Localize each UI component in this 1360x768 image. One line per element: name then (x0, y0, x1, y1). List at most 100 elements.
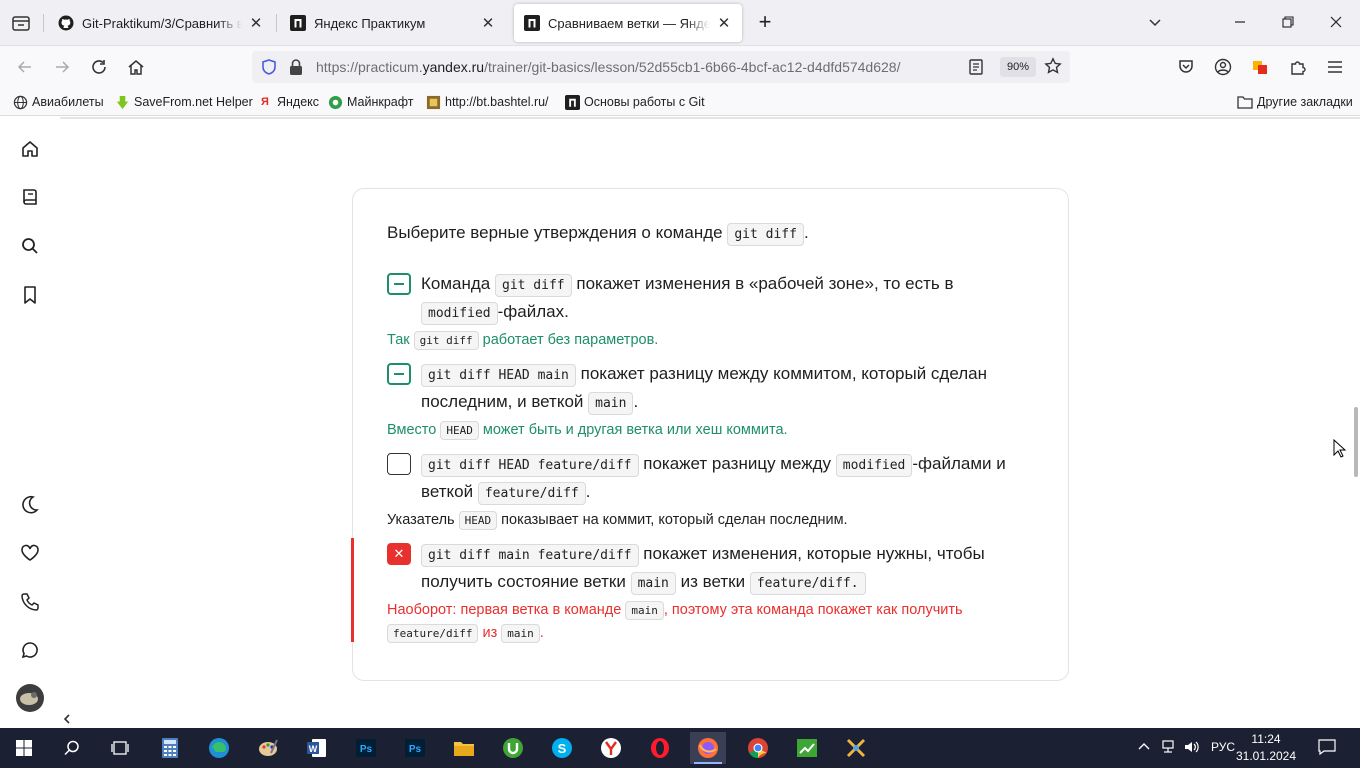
scroll-left-chevron-icon[interactable] (62, 714, 72, 724)
volume-icon[interactable] (1184, 740, 1200, 757)
book-icon[interactable] (18, 185, 42, 209)
mouse-cursor-icon (1333, 438, 1347, 464)
option-1-checkbox[interactable] (387, 273, 411, 295)
bookmark-aviabilety[interactable]: Авиабилеты (12, 93, 104, 111)
code-snippet: git diff main feature/diff (421, 544, 639, 567)
back-arrow-icon[interactable] (13, 55, 37, 79)
option-1-text[interactable]: Команда git diff покажет изменения в «ра… (421, 271, 1041, 327)
photoshop-app-icon[interactable]: Ps (348, 732, 384, 764)
close-tab-icon[interactable]: ✕ (716, 14, 732, 32)
tab-yandex-practicum[interactable]: Яндекс Практикум ✕ (280, 4, 506, 42)
search-icon[interactable] (18, 234, 42, 258)
extensions-puzzle-icon[interactable] (1286, 55, 1310, 79)
code-snippet: feature/diff. (749, 572, 866, 595)
new-tab-button[interactable]: + (753, 9, 777, 34)
option-1-feedback: Так git diff работает без параметров. (387, 331, 659, 350)
home-icon[interactable] (124, 55, 148, 79)
close-tab-icon[interactable]: ✕ (248, 14, 264, 32)
option-3-checkbox[interactable] (387, 453, 411, 475)
lock-icon[interactable] (288, 58, 304, 81)
word-app-icon[interactable]: W (299, 732, 335, 764)
tab-list-icon[interactable] (10, 12, 32, 34)
phone-icon[interactable] (18, 590, 42, 614)
moon-icon[interactable] (18, 493, 42, 517)
skype-app-icon[interactable]: S (544, 732, 580, 764)
url-text[interactable]: https://practicum.yandex.ru/trainer/git-… (316, 59, 900, 75)
network-icon[interactable] (1160, 740, 1176, 757)
horizontal-scrollbar[interactable] (60, 710, 1360, 728)
other-bookmarks[interactable]: Другие закладки (1237, 93, 1353, 111)
bookmark-savefrom[interactable]: SaveFrom.net Helper (114, 93, 253, 111)
file-explorer-icon[interactable] (446, 732, 482, 764)
menu-hamburger-icon[interactable] (1323, 55, 1347, 79)
code-snippet: git diff (727, 223, 804, 246)
app-tools-icon[interactable] (838, 732, 874, 764)
vertical-scrollbar[interactable] (1354, 407, 1358, 477)
close-window-icon[interactable] (1324, 10, 1348, 34)
yandex-icon: Я (261, 96, 269, 108)
bookmark-minecraft[interactable]: Майнкрафт (327, 93, 414, 111)
home-icon[interactable] (18, 137, 42, 161)
bookmark-icon[interactable] (18, 283, 42, 307)
extension-colored-icon[interactable] (1248, 55, 1272, 79)
reload-icon[interactable] (87, 55, 111, 79)
app-chart-icon[interactable] (789, 732, 825, 764)
svg-text:S: S (558, 741, 567, 756)
code-snippet: git diff (495, 274, 572, 297)
option-2-checkbox[interactable] (387, 363, 411, 385)
clock[interactable]: 11:24 31.01.2024 (1230, 731, 1302, 765)
practicum-icon (524, 15, 540, 31)
notifications-icon[interactable] (1318, 739, 1336, 758)
code-snippet: main (501, 624, 540, 643)
option-4-text[interactable]: git diff main feature/diff покажет измен… (421, 541, 1041, 597)
code-snippet: feature/diff (387, 624, 479, 643)
code-snippet: git diff HEAD main (421, 364, 576, 387)
start-windows-icon[interactable] (6, 732, 42, 764)
chrome-browser-icon[interactable] (740, 732, 776, 764)
option-4-feedback: Наоборот: первая ветка в команде main, п… (387, 601, 963, 620)
avatar[interactable] (16, 684, 44, 712)
taskbar-search-icon[interactable] (54, 732, 90, 764)
chat-icon[interactable] (18, 638, 42, 662)
clock-time: 11:24 (1251, 732, 1281, 746)
minimize-icon[interactable] (1228, 10, 1252, 34)
option-3-text[interactable]: git diff HEAD feature/diff покажет разни… (421, 451, 1041, 507)
utorrent-app-icon[interactable] (495, 732, 531, 764)
edge-browser-icon[interactable] (201, 732, 237, 764)
address-bar[interactable]: https://practicum.yandex.ru/trainer/git-… (252, 51, 1070, 83)
svg-text:Ps: Ps (360, 744, 373, 755)
folder-icon (1237, 94, 1253, 110)
bookmark-star-icon[interactable] (1044, 57, 1062, 80)
tab-compare-branches[interactable]: Сравниваем ветки — Яндекс Практикум ✕ (514, 4, 742, 42)
heart-icon[interactable] (18, 541, 42, 565)
code-snippet: feature/diff (477, 482, 586, 505)
option-4-checkbox-wrong[interactable]: ✕ (387, 543, 411, 565)
bashtel-icon (425, 94, 441, 110)
zoom-level-badge[interactable]: 90% (1000, 57, 1036, 77)
paint-app-icon[interactable] (250, 732, 286, 764)
close-tab-icon[interactable]: ✕ (480, 14, 496, 32)
firefox-browser-icon[interactable] (690, 732, 726, 764)
option-2-text[interactable]: git diff HEAD main покажет разницу между… (421, 361, 1041, 417)
savefrom-arrow-icon (114, 94, 130, 110)
forward-arrow-icon[interactable] (50, 55, 74, 79)
calculator-app-icon[interactable] (152, 732, 188, 764)
opera-browser-icon[interactable] (642, 732, 678, 764)
restore-icon[interactable] (1276, 10, 1300, 34)
tray-chevron-up-icon[interactable] (1138, 741, 1150, 756)
bookmark-yandex[interactable]: Я Яндекс (257, 93, 319, 111)
tab-github[interactable]: Git-Praktikum/3/Сравнить ветки ✕ (48, 4, 274, 42)
photoshop-app-icon[interactable]: Ps (397, 732, 433, 764)
bookmark-git-basics[interactable]: Основы работы с Git (564, 93, 705, 111)
tab-title: Git-Praktikum/3/Сравнить ветки (82, 15, 242, 31)
bookmark-bashtel[interactable]: http://bt.bashtel.ru/ (425, 93, 549, 111)
yandex-browser-icon[interactable] (593, 732, 629, 764)
tab-overflow-chevron-icon[interactable] (1143, 10, 1167, 34)
svg-text:Ps: Ps (409, 744, 422, 755)
minecraft-icon (327, 94, 343, 110)
account-icon[interactable] (1211, 55, 1235, 79)
task-view-icon[interactable] (102, 732, 138, 764)
pocket-icon[interactable] (1174, 55, 1198, 79)
reader-view-icon[interactable] (968, 58, 984, 81)
tracking-shield-icon[interactable] (260, 58, 278, 81)
